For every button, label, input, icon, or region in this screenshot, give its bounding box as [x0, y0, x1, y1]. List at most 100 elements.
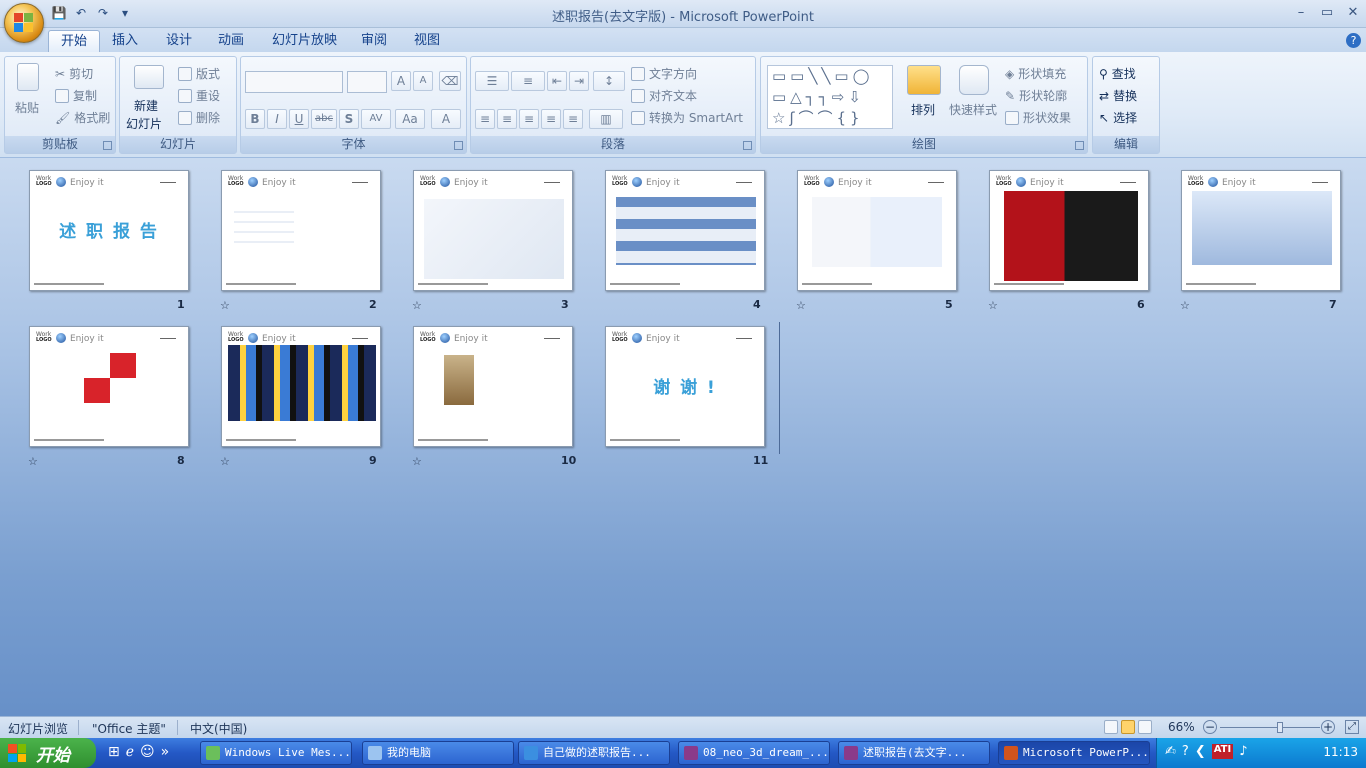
replace-button[interactable]: ⇄ 替换: [1099, 87, 1137, 104]
zoom-slider[interactable]: [1220, 727, 1320, 728]
slide-thumbnail[interactable]: Work LOGO Enjoy it: [221, 170, 381, 291]
text-direction-button[interactable]: 文字方向: [631, 65, 697, 82]
slide-thumbnail[interactable]: Work LOGO Enjoy it: [989, 170, 1149, 291]
decrease-indent-icon[interactable]: ⇤: [547, 71, 567, 91]
transition-star-icon[interactable]: ☆: [28, 455, 38, 468]
back-icon[interactable]: ❮: [1195, 744, 1206, 759]
cut-button[interactable]: ✂ 剪切: [55, 65, 93, 82]
reset-button[interactable]: 重设: [178, 87, 220, 104]
dialog-launcher-icon[interactable]: [454, 141, 463, 150]
line-spacing-icon[interactable]: ↕: [593, 71, 625, 91]
bold-button[interactable]: B: [245, 109, 265, 129]
zoom-out-icon[interactable]: −: [1203, 720, 1217, 734]
transition-star-icon[interactable]: ☆: [220, 299, 230, 312]
new-slide-button-line2[interactable]: 幻灯片: [126, 115, 162, 132]
ati-icon[interactable]: ATI: [1211, 744, 1234, 759]
copy-button[interactable]: 复制: [55, 87, 97, 104]
tab-animations[interactable]: 动画: [206, 30, 256, 52]
tab-view[interactable]: 视图: [402, 30, 452, 52]
slide-thumbnail[interactable]: Work LOGO Enjoy it 述 职 报 告: [29, 170, 189, 291]
increase-indent-icon[interactable]: ⇥: [569, 71, 589, 91]
font-color-button[interactable]: A: [431, 109, 461, 129]
slide-thumbnail[interactable]: Work LOGO Enjoy it: [221, 326, 381, 447]
normal-view-icon[interactable]: [1104, 720, 1118, 734]
quick-styles-button[interactable]: 快速样式: [949, 101, 997, 118]
format-painter-button[interactable]: 🖌 格式刷: [55, 109, 110, 126]
slide-thumbnail[interactable]: Work LOGO Enjoy it: [1181, 170, 1341, 291]
slide-thumbnail[interactable]: Work LOGO Enjoy it: [413, 326, 573, 447]
slide-thumbnail[interactable]: Work LOGO Enjoy it: [413, 170, 573, 291]
taskbar-button-powerpoint[interactable]: Microsoft PowerP...: [998, 741, 1150, 765]
dialog-launcher-icon[interactable]: [1075, 141, 1084, 150]
maximize-button[interactable]: ▭: [1314, 2, 1340, 22]
fit-to-window-icon[interactable]: ⤢: [1345, 720, 1359, 734]
align-right-icon[interactable]: ≡: [519, 109, 539, 129]
change-case-button[interactable]: Aa: [395, 109, 425, 129]
paste-button[interactable]: 粘贴: [15, 99, 39, 116]
align-text-button[interactable]: 对齐文本: [631, 87, 697, 104]
columns-icon[interactable]: ▥: [589, 109, 623, 129]
arrange-button[interactable]: 排列: [911, 101, 935, 118]
taskbar-button-winrar-2[interactable]: 述职报告(去文字...: [838, 741, 990, 765]
shapes-gallery[interactable]: ▭▭╲╲▭◯ ▭△┐┐⇨⇩ ☆ʃ⌒⌒{}: [767, 65, 893, 129]
tab-insert[interactable]: 插入: [100, 30, 150, 52]
dialog-launcher-icon[interactable]: [743, 141, 752, 150]
slide-sorter-view-icon[interactable]: [1121, 720, 1135, 734]
tab-slideshow[interactable]: 幻灯片放映: [260, 30, 349, 52]
slideshow-view-icon[interactable]: [1138, 720, 1152, 734]
font-family-select[interactable]: [245, 71, 343, 93]
theme-status[interactable]: "Office 主题": [92, 720, 166, 737]
office-button[interactable]: [4, 3, 44, 43]
shape-fill-button[interactable]: ◈ 形状填充: [1005, 65, 1066, 82]
grow-font-button[interactable]: A: [391, 71, 411, 91]
select-button[interactable]: ↖ 选择: [1099, 109, 1137, 126]
italic-button[interactable]: I: [267, 109, 287, 129]
align-center-icon[interactable]: ≡: [497, 109, 517, 129]
shape-outline-button[interactable]: ✎ 形状轮廓: [1005, 87, 1067, 104]
bullets-icon[interactable]: ☰: [475, 71, 509, 91]
taskbar-button-winrar-1[interactable]: 08_neo_3d_dream_...: [678, 741, 830, 765]
taskbar-button-my-computer[interactable]: 我的电脑: [362, 741, 514, 765]
shape-effects-button[interactable]: 形状效果: [1005, 109, 1071, 126]
zoom-slider-thumb[interactable]: [1277, 722, 1283, 733]
help-tray-icon[interactable]: ?: [1182, 744, 1189, 759]
volume-icon[interactable]: ♪: [1239, 744, 1247, 759]
transition-star-icon[interactable]: ☆: [988, 299, 998, 312]
transition-star-icon[interactable]: ☆: [1180, 299, 1190, 312]
transition-star-icon[interactable]: ☆: [412, 455, 422, 468]
taskbar-button-messenger[interactable]: Windows Live Mes...: [200, 741, 352, 765]
transition-star-icon[interactable]: ☆: [412, 299, 422, 312]
tab-home[interactable]: 开始: [48, 30, 101, 52]
tab-design[interactable]: 设计: [154, 30, 204, 52]
shrink-font-button[interactable]: A: [413, 71, 433, 91]
slide-thumbnail[interactable]: Work LOGO Enjoy it: [29, 326, 189, 447]
help-icon[interactable]: ?: [1346, 33, 1361, 48]
transition-star-icon[interactable]: ☆: [796, 299, 806, 312]
align-left-icon[interactable]: ≡: [475, 109, 495, 129]
start-button[interactable]: 开始: [0, 738, 96, 768]
smartart-button[interactable]: 转换为 SmartArt: [631, 109, 743, 126]
language-status[interactable]: 中文(中国): [190, 720, 247, 737]
taskbar-button-ie[interactable]: 自己做的述职报告...: [518, 741, 670, 765]
transition-star-icon[interactable]: ☆: [220, 455, 230, 468]
tab-review[interactable]: 审阅: [349, 30, 399, 52]
slide-thumbnail[interactable]: Work LOGO Enjoy it 谢 谢 !: [605, 326, 765, 447]
more-icon[interactable]: »: [161, 744, 170, 760]
minimize-button[interactable]: –: [1288, 2, 1314, 22]
messenger-icon[interactable]: ☺: [140, 744, 155, 760]
character-spacing-button[interactable]: AV: [361, 109, 391, 129]
dialog-launcher-icon[interactable]: [103, 141, 112, 150]
strikethrough-button[interactable]: abc: [311, 109, 337, 129]
close-button[interactable]: ✕: [1340, 2, 1366, 22]
underline-button[interactable]: U: [289, 109, 309, 129]
distributed-icon[interactable]: ≡: [563, 109, 583, 129]
zoom-in-icon[interactable]: +: [1321, 720, 1335, 734]
desktop-icon[interactable]: ⊞: [108, 744, 120, 760]
numbering-icon[interactable]: ≡: [511, 71, 545, 91]
slide-thumbnail[interactable]: Work LOGO Enjoy it: [797, 170, 957, 291]
ime-icon[interactable]: ✍: [1165, 744, 1176, 759]
clear-format-icon[interactable]: ⌫: [439, 71, 461, 91]
delete-button[interactable]: 删除: [178, 109, 220, 126]
zoom-level[interactable]: 66%: [1168, 720, 1195, 734]
new-slide-button-line1[interactable]: 新建: [134, 97, 158, 114]
